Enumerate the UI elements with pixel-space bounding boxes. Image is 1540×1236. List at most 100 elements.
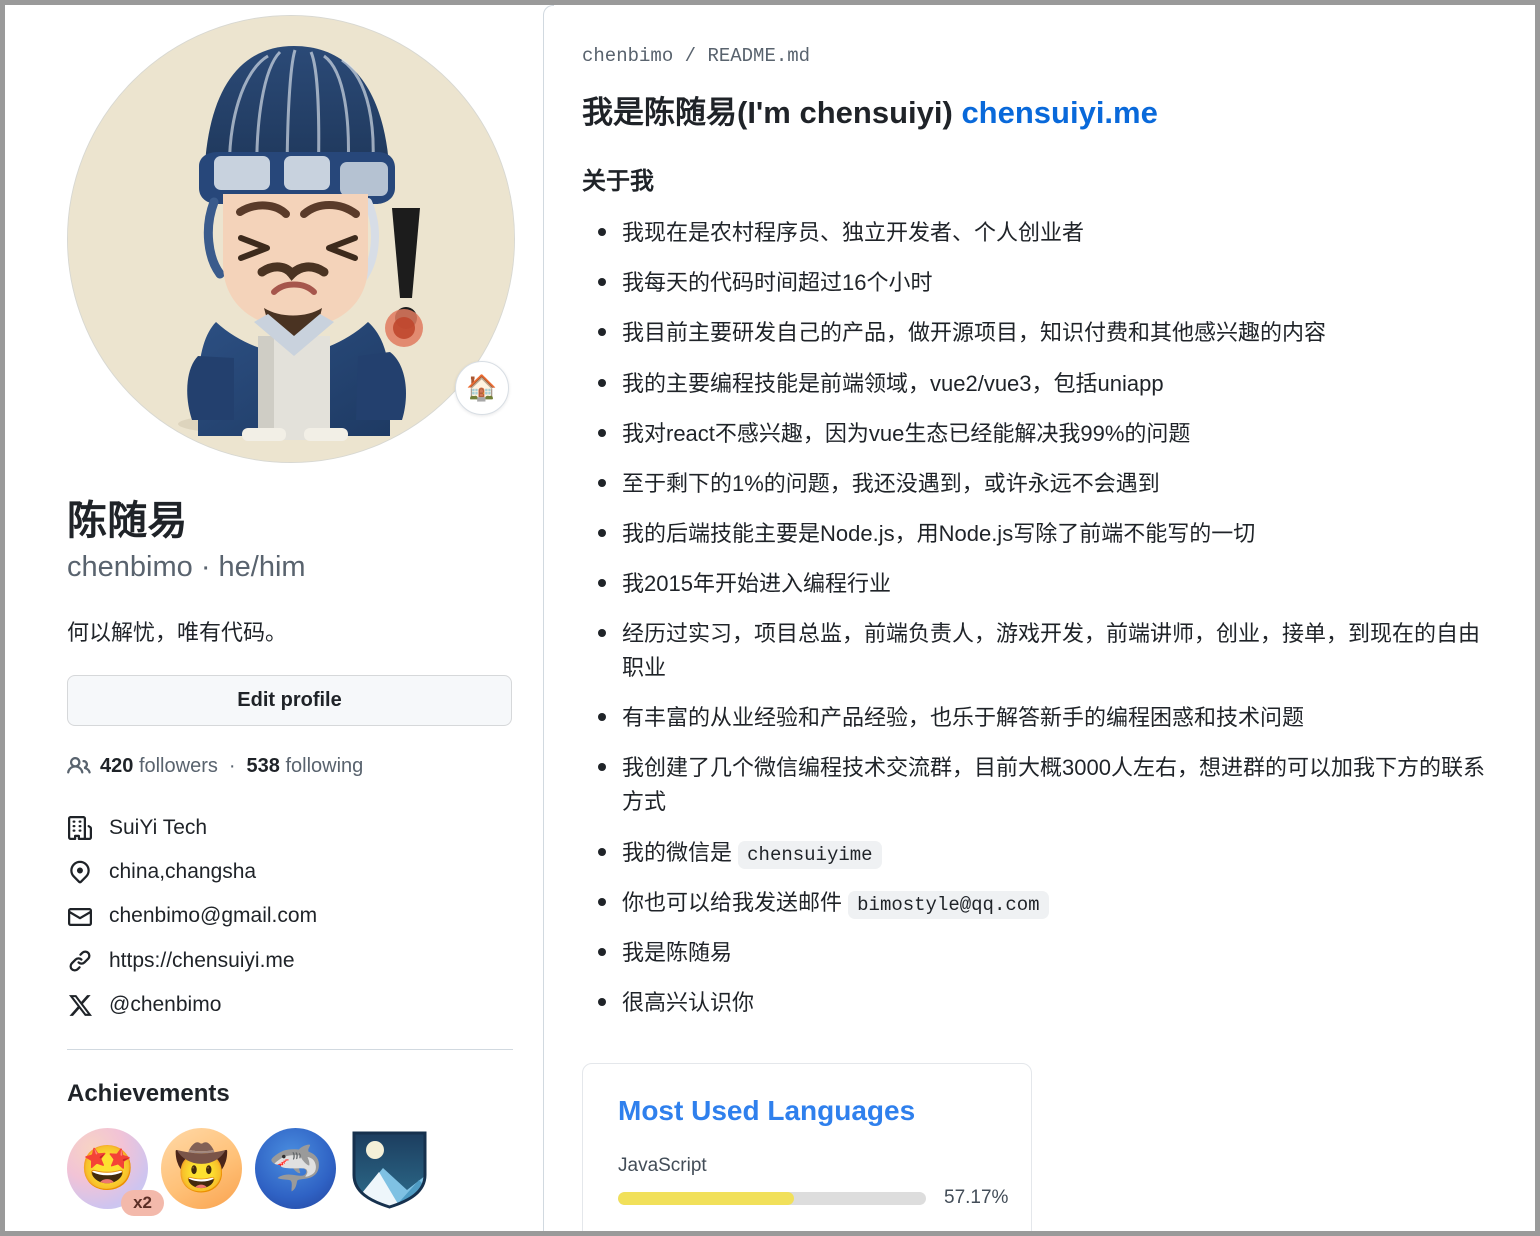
breadcrumb-owner[interactable]: chenbimo (582, 45, 673, 67)
readme-heading: 我是陈随易(I'm chensuiyi) chensuiyi.me (582, 93, 1495, 133)
language-item: Vue40.27% (618, 1228, 999, 1231)
followers-count: 420 (100, 754, 134, 777)
bullet-text: 我的主要编程技能是前端领域，vue2/vue3，包括uniapp (622, 370, 1164, 396)
about-bullet-list: 我现在是农村程序员、独立开发者、个人创业者 我每天的代码时间超过16个小时 我目… (582, 208, 1495, 1028)
link-icon (67, 948, 93, 974)
list-item: 我目前主要研发自己的产品，做开源项目，知识付费和其他感兴趣的内容 (598, 308, 1495, 358)
profile-bio: 何以解忧，唯有代码。 (67, 619, 288, 645)
people-icon (67, 754, 91, 778)
meta-website-label: https://chensuiyi.me (109, 948, 295, 972)
readme-heading-link[interactable]: chensuiyi.me (961, 95, 1157, 130)
profile-username: chenbimo (67, 550, 193, 583)
profile-username-line: chenbimo · he/him (67, 549, 513, 586)
list-item: 我创建了几个微信编程技术交流群，目前大概3000人左右，想进群的可以加我下方的联… (598, 743, 1495, 827)
list-item: 我的主要编程技能是前端领域，vue2/vue3，包括uniapp (598, 359, 1495, 409)
bullet-text: 至于剩下的1%的问题，我还没遇到，或许永远不会遇到 (622, 470, 1160, 496)
breadcrumb-file[interactable]: README.md (707, 45, 810, 67)
bullet-text: 我目前主要研发自己的产品，做开源项目，知识付费和其他感兴趣的内容 (622, 320, 1327, 346)
following-label: following (285, 754, 364, 777)
mail-icon (67, 904, 93, 930)
list-item: 我是陈随易 (598, 928, 1495, 978)
avatar[interactable] (67, 15, 515, 463)
meta-twitter-label: @chenbimo (109, 993, 222, 1017)
pull-shark-emoji: 🦈 (268, 1143, 323, 1193)
language-bar-fill (618, 1191, 795, 1205)
readme-heading-main: 我是陈随易 (582, 95, 737, 130)
x-twitter-icon (67, 992, 93, 1018)
achievement-starstruck[interactable]: 🤩 x2 (67, 1128, 164, 1217)
quickdraw-badge-icon: 🤠 (161, 1128, 242, 1210)
username-separator: · (200, 550, 211, 583)
profile-pronouns: he/him (218, 550, 306, 583)
language-bar-row: 57.17% (618, 1187, 1008, 1210)
avatar-illustration (68, 16, 514, 462)
starstruck-emoji: 🤩 (80, 1143, 135, 1193)
bullet-text: 我是陈随易 (622, 940, 733, 966)
language-bar-track (618, 1191, 926, 1205)
achievement-arctic-code-vault[interactable] (349, 1128, 430, 1209)
profile-sidebar: 🏠 陈随易 chenbimo · he/him 何以解忧，唯有代码。 Edit … (5, 5, 543, 1231)
list-item: 有丰富的从业经验和产品经验，也乐于解答新手的编程困惑和技术问题 (598, 693, 1495, 743)
language-bar-list: JavaScript57.17%Vue40.27%Svelte1.13%SCSS… (618, 1153, 1008, 1231)
meta-location: china,changsha (67, 850, 513, 894)
meta-website[interactable]: https://chensuiyi.me (67, 939, 513, 983)
bullet-text: 我创建了几个微信编程技术交流群，目前大概3000人左右，想进群的可以加我下方的联… (622, 755, 1485, 815)
meta-organization-label: SuiYi Tech (109, 815, 208, 839)
edit-profile-button[interactable]: Edit profile (67, 674, 512, 726)
pull-shark-badge-icon: 🦈 (255, 1128, 336, 1210)
profile-fullname: 陈随易 (67, 499, 188, 543)
arctic-code-vault-badge-icon (352, 1131, 427, 1209)
followers-label: followers (138, 754, 218, 777)
bullet-text: 经历过实习，项目总监，前端负责人，游戏开发，前端讲师，创业，接单，到现在的自由职… (622, 621, 1481, 681)
bullet-text: 我的微信是 (622, 839, 733, 865)
breadcrumb-separator: / (684, 45, 697, 67)
bullet-text: 很高兴认识你 (622, 990, 755, 1016)
readme-panel: chenbimo / README.md 我是陈随易(I'm chensuiyi… (544, 5, 1535, 1231)
bullet-text: 我现在是农村程序员、独立开发者、个人创业者 (622, 220, 1085, 246)
achievements-title: Achievements (67, 1080, 230, 1108)
list-item: 我的后端技能主要是Node.js，用Node.js写除了前端不能写的一切 (598, 509, 1495, 559)
wechat-id-code: chensuiyime (738, 840, 882, 869)
email-code: bimostyle@qq.com (848, 890, 1049, 919)
list-item: 你也可以给我发送邮件 bimostyle@qq.com (598, 878, 1495, 928)
about-section-title: 关于我 (582, 168, 654, 196)
following-link[interactable]: 538 following (247, 752, 364, 780)
list-item: 我对react不感兴趣，因为vue生态已经能解决我99%的问题 (598, 409, 1495, 459)
list-item: 我现在是农村程序员、独立开发者、个人创业者 (598, 208, 1495, 258)
readme-heading-sub: (I'm chensuiyi) (737, 95, 953, 130)
bullet-text: 我的后端技能主要是Node.js，用Node.js写除了前端不能写的一切 (622, 520, 1256, 546)
bullet-text: 我每天的代码时间超过16个小时 (622, 270, 933, 296)
language-percentage: 57.17% (944, 1186, 1009, 1208)
achievement-quickdraw[interactable]: 🤠 (161, 1128, 242, 1210)
avatar-container: 🏠 (67, 15, 515, 463)
location-icon (67, 859, 93, 885)
achievement-pull-shark[interactable]: 🦈 (255, 1128, 336, 1210)
followers-row: 420 followers · 538 following (67, 752, 513, 780)
bullet-text: 有丰富的从业经验和产品经验，也乐于解答新手的编程困惑和技术问题 (622, 705, 1305, 731)
status-badge[interactable]: 🏠 (455, 361, 509, 415)
bullet-text: 我对react不感兴趣，因为vue生态已经能解决我99%的问题 (622, 420, 1191, 446)
most-used-languages-card: Most Used Languages JavaScript 57.17% Vue4… (582, 1062, 1032, 1231)
followers-separator: · (228, 754, 236, 777)
home-emoji-icon: 🏠 (466, 373, 498, 402)
list-item: 至于剩下的1%的问题，我还没遇到，或许永远不会遇到 (598, 459, 1495, 509)
list-item: 很高兴认识你 (598, 978, 1495, 1028)
meta-location-label: china,changsha (109, 860, 257, 884)
profile-meta-list: SuiYi Tech china,changsha chenbimo@gmail… (67, 806, 513, 1028)
followers-link[interactable]: 420 followers (100, 752, 218, 780)
meta-organization[interactable]: SuiYi Tech (67, 806, 513, 850)
list-item: 我2015年开始进入编程行业 (598, 559, 1495, 609)
list-item: 经历过实习，项目总监，前端负责人，游戏开发，前端讲师，创业，接单，到现在的自由职… (598, 609, 1495, 693)
language-item: JavaScript 57.17% (618, 1153, 1008, 1210)
list-item: 我每天的代码时间超过16个小时 (598, 258, 1495, 308)
sidebar-divider (67, 1049, 513, 1051)
language-name: Vue (618, 1228, 999, 1231)
column-divider (543, 5, 554, 1231)
language-name: JavaScript (618, 1155, 707, 1177)
list-item: 我的微信是 chensuiyime (598, 828, 1495, 878)
quickdraw-emoji: 🤠 (174, 1143, 229, 1193)
following-count: 538 (246, 754, 280, 777)
organization-icon (67, 815, 93, 841)
meta-twitter[interactable]: @chenbimo (67, 983, 513, 1027)
meta-email[interactable]: chenbimo@gmail.com (67, 894, 513, 938)
